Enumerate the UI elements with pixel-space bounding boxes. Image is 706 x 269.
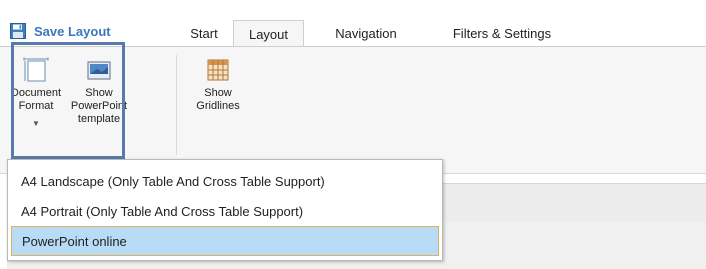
document-format-button[interactable]: Document Format ▼ [8,57,64,130]
tab-label: Start [190,26,218,41]
top-bar: Save Layout Start Layout Navigation Filt… [0,0,706,47]
chevron-down-icon: ▼ [32,119,40,128]
show-gridlines-label-2: Gridlines [196,100,240,112]
tab-start[interactable]: Start [176,21,232,46]
save-layout-button[interactable]: Save Layout [10,21,111,41]
option-a4-portrait[interactable]: A4 Portrait (Only Table And Cross Table … [11,196,439,226]
option-label: A4 Portrait (Only Table And Cross Table … [21,203,304,219]
show-pp-label-2: PowerPoint [70,100,128,112]
show-pp-label-3: template [77,113,121,125]
option-a4-landscape[interactable]: A4 Landscape (Only Table And Cross Table… [11,166,439,196]
document-format-label-2: Format [18,100,54,112]
ribbon-panel: Document Format ▼ Show PowerPoint templa… [0,46,706,174]
show-gridlines-button[interactable]: Show Gridlines [186,57,250,113]
save-layout-label: Save Layout [34,23,111,39]
tab-label: Layout [248,26,289,42]
option-label: A4 Landscape (Only Table And Cross Table… [21,173,325,189]
gridlines-icon [207,59,229,81]
show-gridlines-label-1: Show [204,87,232,99]
option-powerpoint-online[interactable]: PowerPoint online [11,226,439,256]
tab-filters-settings[interactable]: Filters & Settings [422,21,582,46]
ribbon-divider [176,55,177,155]
powerpoint-template-icon [87,61,111,80]
document-format-dropdown: A4 Landscape (Only Table And Cross Table… [7,159,443,261]
show-powerpoint-template-button[interactable]: Show PowerPoint template [66,57,132,126]
tab-layout[interactable]: Layout [233,20,304,47]
floppy-disk-icon [10,23,26,39]
tab-label: Navigation [335,26,397,41]
show-pp-label-1: Show [85,87,113,99]
tab-label: Filters & Settings [452,26,552,41]
option-label: PowerPoint online [22,233,127,249]
document-format-icon [23,57,49,82]
tab-navigation[interactable]: Navigation [312,21,420,46]
document-format-label-1: Document [10,87,62,99]
